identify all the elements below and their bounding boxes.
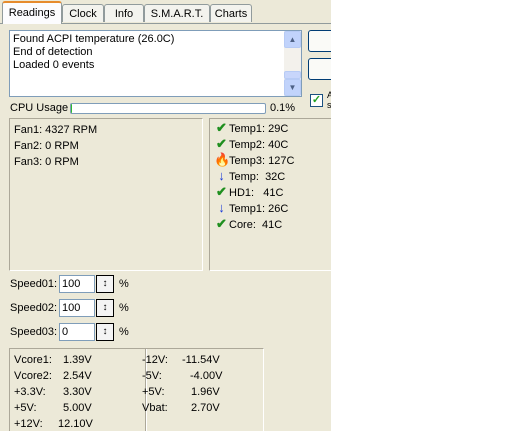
temp-label: Core: 41C (229, 219, 283, 231)
temperature-panel: ✔ Temp1: 29C ✔ Temp2: 40C 🔥Temp3: 127C ↓ Te… (209, 118, 331, 271)
voltage-row: +5V: 5.00V (14, 402, 92, 414)
voltages-panel: Vcore1: 1.39V Vcore2: 2.54V +3.3V: 3.30V +5… (9, 348, 264, 431)
check-icon: ✔ (216, 216, 227, 231)
cpu-usage-label: CPU Usage (10, 102, 69, 114)
check-icon: ✔ (216, 184, 227, 199)
cpu-usage-bar (70, 103, 266, 114)
flame-icon: 🔥 (214, 152, 231, 167)
temp-row: ✔ Temp1: 29C (214, 121, 288, 137)
log-line: Found ACPI temperature (26.0C) (13, 33, 175, 45)
tab-strip: Readings Clock Info S.M.A.R.T. Charts (0, 0, 331, 24)
temp-row: ↓ Temp: 32C (214, 169, 285, 185)
tab-smart[interactable]: S.M.A.R.T. (144, 4, 210, 22)
temp-label: Temp: 32C (229, 171, 286, 183)
tab-clock[interactable]: Clock (62, 4, 104, 22)
speed01-label: Speed01: (10, 278, 58, 290)
speed02-spinner-icon[interactable]: ↕ (96, 299, 114, 317)
check-icon: ✔ (216, 120, 227, 135)
voltage-row: +3.3V: 3.30V (14, 386, 92, 398)
fan-readings-panel: Fan1: 4327 RPM Fan2: 0 RPM Fan3: 0 RPM (9, 118, 203, 271)
speed03-input[interactable]: 0 (59, 323, 95, 341)
cpu-usage-value: 0.1% (270, 102, 296, 114)
speed03-label: Speed03: (10, 326, 58, 338)
automatic-fan-speed-checkbox[interactable]: ✓ (310, 94, 323, 107)
scroll-up-icon[interactable]: ▲ (284, 31, 301, 48)
log-scrollbar[interactable]: ▲ ▼ (284, 31, 301, 96)
voltage-row: -5V: -4.00V (142, 370, 223, 382)
speed02-input[interactable]: 100 (59, 299, 95, 317)
check-icon: ✔ (216, 136, 227, 151)
configure-button[interactable] (308, 58, 331, 80)
speed03-spinner-icon[interactable]: ↕ (96, 323, 114, 341)
temp-row: 🔥Temp3: 127C (214, 153, 294, 169)
temp-label: Temp1: 29C (229, 123, 289, 135)
speed01-spinner-icon[interactable]: ↕ (96, 275, 114, 293)
log-line: Loaded 0 events (13, 59, 95, 71)
down-arrow-icon: ↓ (218, 200, 225, 215)
event-log[interactable]: Found ACPI temperature (26.0C) End of de… (9, 30, 302, 97)
minimize-button[interactable] (308, 30, 331, 52)
tab-charts[interactable]: Charts (210, 4, 252, 22)
scroll-thumb[interactable] (284, 71, 301, 79)
fan-reading: Fan3: 0 RPM (14, 156, 79, 168)
log-line: End of detection (13, 46, 93, 58)
speedfan-window: Readings Clock Info S.M.A.R.T. Charts Fo… (0, 0, 331, 431)
temp-label: Temp3: 127C (229, 155, 295, 167)
voltage-row: -12V: -11.54V (142, 354, 220, 366)
fan-reading: Fan1: 4327 RPM (14, 124, 98, 136)
temp-label: Temp2: 40C (229, 139, 289, 151)
voltages-right-column: -12V: -11.54V -5V: -4.00V +5V: 1.96V Vbat: 2… (142, 352, 252, 416)
speed02-label: Speed02: (10, 302, 58, 314)
temp-row: ✔ Core: 41C (214, 217, 282, 233)
scroll-down-icon[interactable]: ▼ (284, 79, 301, 96)
voltage-row: +12V: 12.10V (14, 418, 93, 430)
voltage-row: +5V: 1.96V (142, 386, 220, 398)
speed01-input[interactable]: 100 (59, 275, 95, 293)
voltage-row: Vbat: 2.70V (142, 402, 220, 414)
checkbox-label-fragment: A s (327, 90, 331, 110)
speed02-unit: % (119, 302, 129, 314)
down-arrow-icon: ↓ (218, 168, 225, 183)
temp-label: Temp1: 26C (229, 203, 289, 215)
temp-row: ✔ HD1: 41C (214, 185, 283, 201)
voltage-row: Vcore2: 2.54V (14, 370, 92, 382)
tab-readings[interactable]: Readings (2, 1, 62, 24)
voltage-row: Vcore1: 1.39V (14, 354, 92, 366)
voltages-left-column: Vcore1: 1.39V Vcore2: 2.54V +3.3V: 3.30V +5… (14, 352, 94, 431)
temp-row: ✔ Temp2: 40C (214, 137, 288, 153)
fan-reading: Fan2: 0 RPM (14, 140, 79, 152)
temp-row: ↓ Temp1: 26C (214, 201, 288, 217)
tab-info[interactable]: Info (104, 4, 144, 22)
speed03-unit: % (119, 326, 129, 338)
speed01-unit: % (119, 278, 129, 290)
temp-label: HD1: 41C (229, 187, 284, 199)
